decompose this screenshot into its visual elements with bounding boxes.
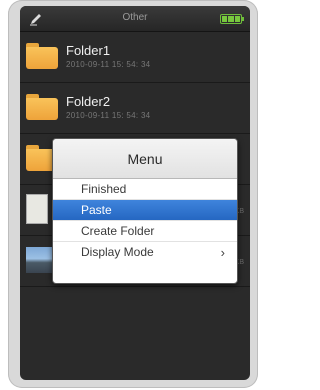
menu-item-display-mode[interactable]: Display Mode ›	[53, 242, 237, 263]
list-item[interactable]: Folder1 2010-09-11 15: 54: 34	[20, 33, 250, 83]
folder-icon	[26, 43, 58, 69]
file-date: 2010-09-11 15: 54: 34	[66, 60, 151, 69]
menu-item-paste[interactable]: Paste	[53, 200, 237, 221]
battery-icon	[220, 14, 244, 24]
menu-item-finished[interactable]: Finished	[53, 179, 237, 200]
file-name: Folder2	[66, 94, 111, 109]
file-date: 2010-09-11 15: 54: 34	[66, 111, 151, 120]
menu-item-label: Create Folder	[81, 224, 155, 238]
file-name: Folder1	[66, 43, 111, 58]
menu-item-label: Paste	[81, 203, 112, 217]
menu-item-create-folder[interactable]: Create Folder	[53, 221, 237, 242]
list-item[interactable]: Folder2 2010-09-11 15: 54: 34	[20, 84, 250, 134]
status-bar: Other	[20, 6, 250, 32]
folder-icon	[26, 94, 58, 120]
menu-item-label: Finished	[81, 182, 127, 196]
context-menu: Menu Finished Paste Create Folder Displa…	[52, 138, 238, 284]
status-title: Other	[122, 12, 148, 23]
file-icon	[26, 194, 48, 224]
chevron-right-icon: ›	[220, 245, 225, 260]
menu-item-label: Display Mode	[81, 245, 154, 259]
device-frame: Other Folder1 2010-09-11 15: 54: 34 Fold…	[8, 0, 258, 388]
screen: Other Folder1 2010-09-11 15: 54: 34 Fold…	[20, 6, 250, 380]
menu-title: Menu	[53, 139, 237, 179]
